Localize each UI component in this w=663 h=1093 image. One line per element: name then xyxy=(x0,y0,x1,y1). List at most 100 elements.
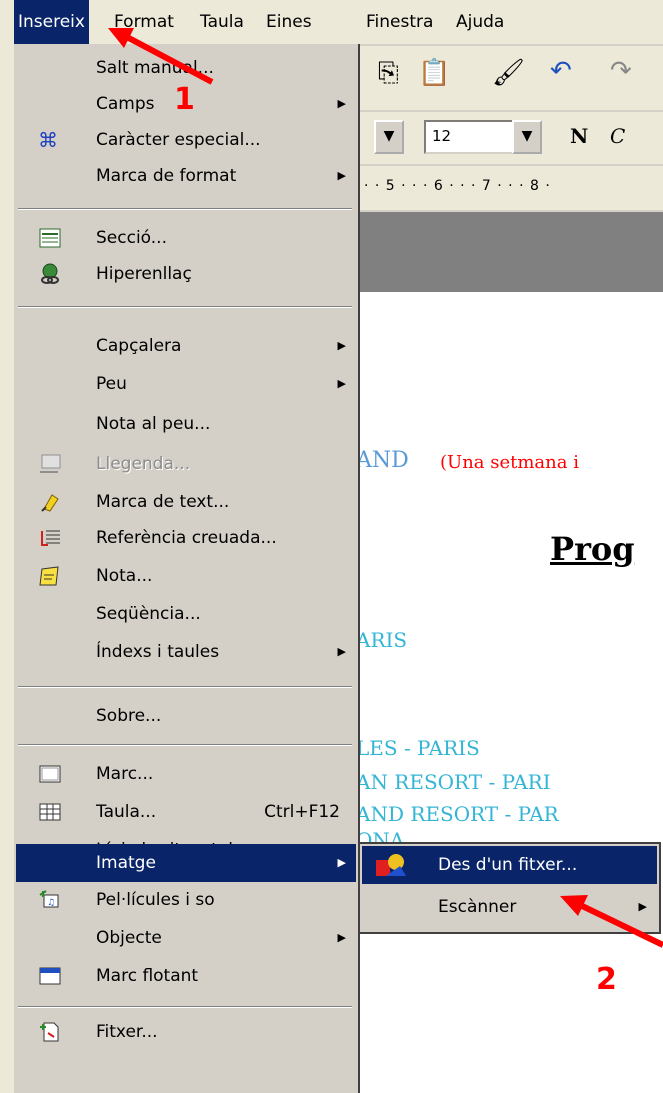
submenu-arrow-icon: ▶ xyxy=(337,97,346,110)
menu-item-label: Hiperenllaç xyxy=(96,264,192,284)
italic-button[interactable]: C xyxy=(610,124,625,148)
menu-item-label: Objecte xyxy=(96,928,162,948)
menu-item-label: Nota al peu... xyxy=(96,414,211,434)
movie-sound-icon: ♫ xyxy=(39,890,59,908)
special-character-icon: ⌘ xyxy=(38,128,58,152)
menu-item-footnote[interactable]: Nota al peu... xyxy=(16,406,356,442)
menu-item-cross-reference[interactable]: Referència creuada... xyxy=(16,520,356,556)
caption-icon xyxy=(40,454,61,473)
doc-line-blue: AND xyxy=(360,448,409,473)
menu-item-movies-sound[interactable]: ♫ Pel·lícules i so xyxy=(16,882,356,918)
submenu-arrow-icon: ▶ xyxy=(638,900,647,913)
menu-item-bookmark[interactable]: Marca de text... xyxy=(16,484,356,520)
left-edge xyxy=(0,44,14,1093)
menu-item-label: Peu xyxy=(96,374,127,394)
doc-line-les-paris: LES - PARIS xyxy=(360,736,480,760)
menu-item-label: Marc... xyxy=(96,764,154,784)
menu-help[interactable]: Ajuda xyxy=(452,0,508,44)
redo-icon[interactable]: ↷ xyxy=(610,56,632,86)
menu-format-label: Format xyxy=(114,12,174,32)
formatting-toolbar: ▼ 12 ▼ N C xyxy=(360,112,663,164)
menu-item-label: Caràcter especial... xyxy=(96,130,261,150)
menu-format[interactable]: Format xyxy=(110,0,178,44)
menu-item-note[interactable]: Nota... xyxy=(16,558,356,594)
submenu-arrow-icon: ▶ xyxy=(337,856,346,869)
document-page[interactable]: AND (Una setmana i Prog ARIS LES - PARIS… xyxy=(360,292,663,1093)
menu-separator xyxy=(18,744,352,746)
menu-item-shortcut: Ctrl+F12 xyxy=(264,802,340,822)
menu-item-footer[interactable]: Peu ▶ xyxy=(16,366,356,402)
menu-item-label: Camps xyxy=(96,94,155,114)
font-name-dropdown-button[interactable]: ▼ xyxy=(374,120,404,154)
image-submenu: Des d'un fitxer... Escànner ▶ xyxy=(358,842,661,934)
menu-item-formatting-mark[interactable]: Marca de format ▶ xyxy=(16,158,356,194)
menu-item-envelope[interactable]: Sobre... xyxy=(16,698,356,734)
menu-item-header[interactable]: Capçalera ▶ xyxy=(16,328,356,364)
menu-item-label: Marca de text... xyxy=(96,492,230,512)
chevron-down-icon: ▼ xyxy=(521,128,533,144)
ruler: · · 5 · · · 6 · · · 7 · · · 8 · xyxy=(360,166,663,210)
menu-item-section[interactable]: Secció... xyxy=(16,220,356,256)
font-size-dropdown-button[interactable]: ▼ xyxy=(512,120,542,154)
menu-window-label: Finestra xyxy=(366,12,434,32)
menu-item-label: Referència creuada... xyxy=(96,528,277,548)
doc-line-resort1: AN RESORT - PARI xyxy=(360,770,551,794)
paste-icon[interactable]: 📋 xyxy=(418,58,450,88)
menu-item-indexes-tables[interactable]: Índexs i taules ▶ xyxy=(16,634,356,670)
bold-button[interactable]: N xyxy=(570,124,588,148)
submenu-arrow-icon: ▶ xyxy=(337,645,346,658)
menu-item-file[interactable]: Fitxer... xyxy=(16,1014,356,1050)
menu-item-frame[interactable]: Marc... xyxy=(16,756,356,792)
font-size-value: 12 xyxy=(432,127,452,145)
doc-heading: Prog xyxy=(550,530,635,568)
menu-item-floating-frame[interactable]: Marc flotant xyxy=(16,958,356,994)
menu-item-object[interactable]: Objecte ▶ xyxy=(16,920,356,956)
menu-item-label: Nota... xyxy=(96,566,153,586)
menu-separator xyxy=(18,1006,352,1008)
submenu-item-from-file[interactable]: Des d'un fitxer... xyxy=(362,846,657,884)
menu-item-table[interactable]: Taula... Ctrl+F12 xyxy=(16,794,356,830)
cross-reference-icon xyxy=(41,530,60,546)
submenu-arrow-icon: ▶ xyxy=(337,169,346,182)
clone-formatting-icon[interactable]: 🖌 xyxy=(492,58,525,88)
annotation-step-2: 2 xyxy=(596,962,617,997)
menu-item-hyperlink[interactable]: Hiperenllaç xyxy=(16,256,356,292)
menu-insert-label: Insereix xyxy=(18,12,85,32)
doc-line-red: (Una setmana i xyxy=(440,452,579,473)
menu-separator xyxy=(18,686,352,688)
menu-item-label: Salt manual... xyxy=(96,58,214,78)
menu-table-label: Taula xyxy=(200,12,244,32)
menu-item-sequence[interactable]: Seqüència... xyxy=(16,596,356,632)
submenu-arrow-icon: ▶ xyxy=(337,377,346,390)
menu-item-label: Marc flotant xyxy=(96,966,199,986)
chevron-down-icon: ▼ xyxy=(383,128,395,144)
submenu-item-label: Des d'un fitxer... xyxy=(438,855,578,875)
menu-item-label: Taula... xyxy=(96,802,157,822)
picture-from-file-icon xyxy=(376,854,406,876)
menu-item-label: Seqüència... xyxy=(96,604,201,624)
menu-item-manual-break[interactable]: Salt manual... xyxy=(16,50,356,86)
submenu-item-scanner[interactable]: Escànner ▶ xyxy=(362,888,657,926)
menu-insert[interactable]: Insereix xyxy=(14,0,89,44)
ruler-text: · · 5 · · · 6 · · · 7 · · · 8 · xyxy=(364,178,551,194)
menu-tools-label: Eines xyxy=(266,12,312,32)
undo-icon[interactable]: ↶ xyxy=(550,56,572,86)
annotation-step-1: 1 xyxy=(174,82,195,117)
floating-frame-icon xyxy=(39,967,61,985)
copy-icon[interactable]: ⎘ xyxy=(378,58,399,89)
menu-item-label: Imatge xyxy=(96,853,156,873)
menu-item-label: Marca de format xyxy=(96,166,237,186)
menu-item-image[interactable]: Imatge ▶ xyxy=(16,844,356,882)
menu-item-special-character[interactable]: ⌘ Caràcter especial... xyxy=(16,122,356,158)
menu-item-label: Llegenda... xyxy=(96,454,191,474)
menu-tools[interactable]: Eines xyxy=(262,0,316,44)
insert-menu: Salt manual... Camps ▶ ⌘ Caràcter especia… xyxy=(14,44,360,1093)
menu-table[interactable]: Taula xyxy=(196,0,248,44)
menu-item-label: Sobre... xyxy=(96,706,162,726)
menu-item-label: Secció... xyxy=(96,228,167,248)
font-size-input[interactable]: 12 xyxy=(424,120,514,154)
menu-window[interactable]: Finestra xyxy=(362,0,437,44)
menu-separator xyxy=(18,208,352,210)
file-icon xyxy=(40,1022,59,1042)
submenu-arrow-icon: ▶ xyxy=(337,339,346,352)
